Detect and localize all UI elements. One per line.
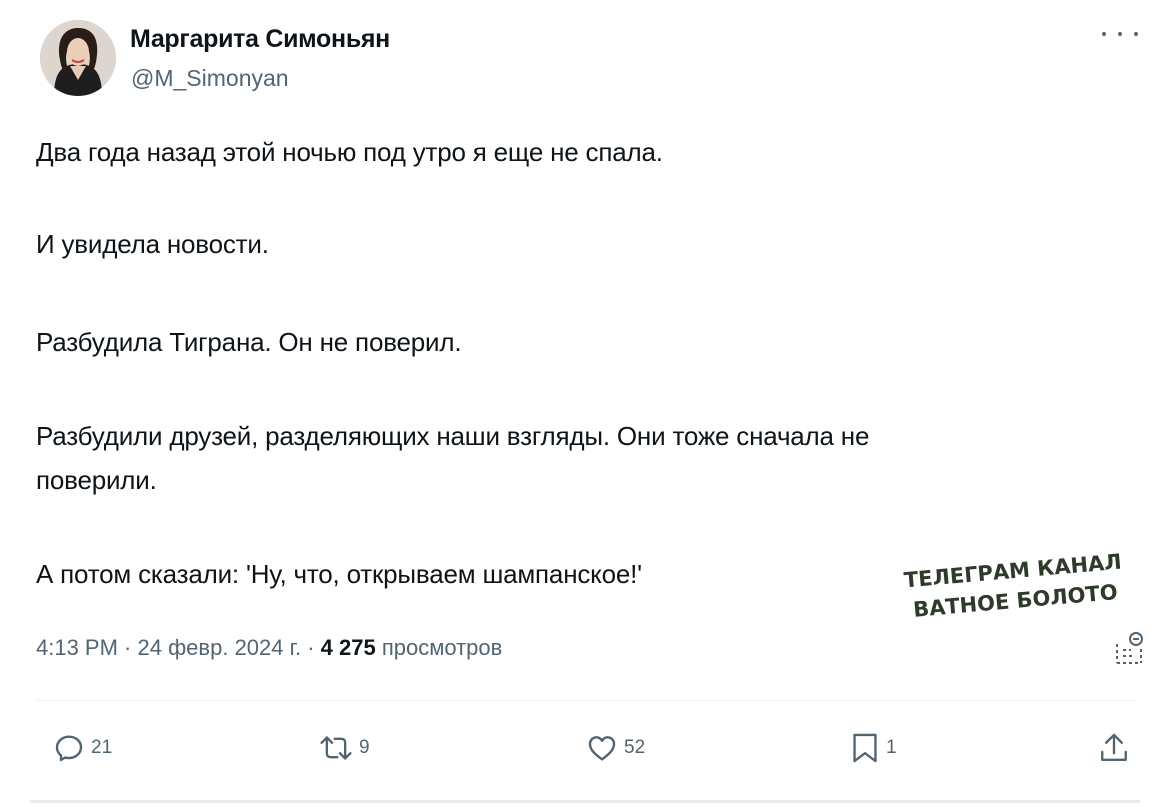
bookmark-icon xyxy=(853,733,877,763)
tweet-time[interactable]: 4:13 PM xyxy=(36,635,118,660)
tweet-paragraph: Разбудила Тиграна. Он не поверил. xyxy=(36,327,462,357)
watermark-logo: ТЕЛЕГРАМ КАНАЛ ВАТНОЕ БОЛОТО xyxy=(900,547,1125,624)
avatar-image xyxy=(40,20,116,96)
repost-icon xyxy=(320,736,352,760)
tweet-meta: 4:13 PM · 24 февр. 2024 г. · 4 275 просм… xyxy=(36,635,502,661)
bookmark-button[interactable]: 1 xyxy=(850,730,897,766)
tweet-paragraph: А потом сказали: 'Ну, что, открываем шам… xyxy=(36,559,642,589)
analytics-icon xyxy=(1116,632,1143,664)
like-icon xyxy=(588,736,616,761)
tweet-paragraph: Два года назад этой ночью под утро я еще… xyxy=(36,137,663,167)
meta-separator: · xyxy=(301,635,321,660)
avatar[interactable] xyxy=(40,20,116,96)
bookmark-count: 1 xyxy=(886,737,897,758)
share-button[interactable] xyxy=(1098,730,1130,766)
author-name[interactable]: Маргарита Симоньян xyxy=(130,25,390,54)
share-icon xyxy=(1101,733,1127,761)
reply-icon xyxy=(55,735,83,762)
views-label: просмотров xyxy=(375,635,503,660)
repost-button[interactable]: 9 xyxy=(319,730,370,766)
tweet-paragraph: поверили. xyxy=(36,465,157,495)
more-button[interactable] xyxy=(1102,22,1138,46)
more-icon xyxy=(1102,32,1106,36)
more-icon-dot xyxy=(1118,32,1122,36)
reply-button[interactable]: 21 xyxy=(53,730,112,766)
more-icon-dot xyxy=(1134,32,1138,36)
like-button[interactable]: 52 xyxy=(586,730,645,766)
tweet-date[interactable]: 24 февр. 2024 г. xyxy=(138,635,302,660)
bottom-border xyxy=(30,800,1140,803)
like-count: 52 xyxy=(624,737,646,758)
analytics-button[interactable] xyxy=(1113,630,1145,666)
views-count: 4 275 xyxy=(320,635,376,660)
tweet-paragraph: Разбудили друзей, разделяющих наши взгля… xyxy=(36,421,870,451)
tweet-paragraph: И увидела новости. xyxy=(36,229,269,259)
repost-count: 9 xyxy=(359,737,370,758)
reply-count: 21 xyxy=(91,737,113,758)
meta-separator: · xyxy=(117,635,138,660)
author-handle[interactable]: @M_Simonyan xyxy=(131,65,289,92)
divider xyxy=(36,700,1134,701)
